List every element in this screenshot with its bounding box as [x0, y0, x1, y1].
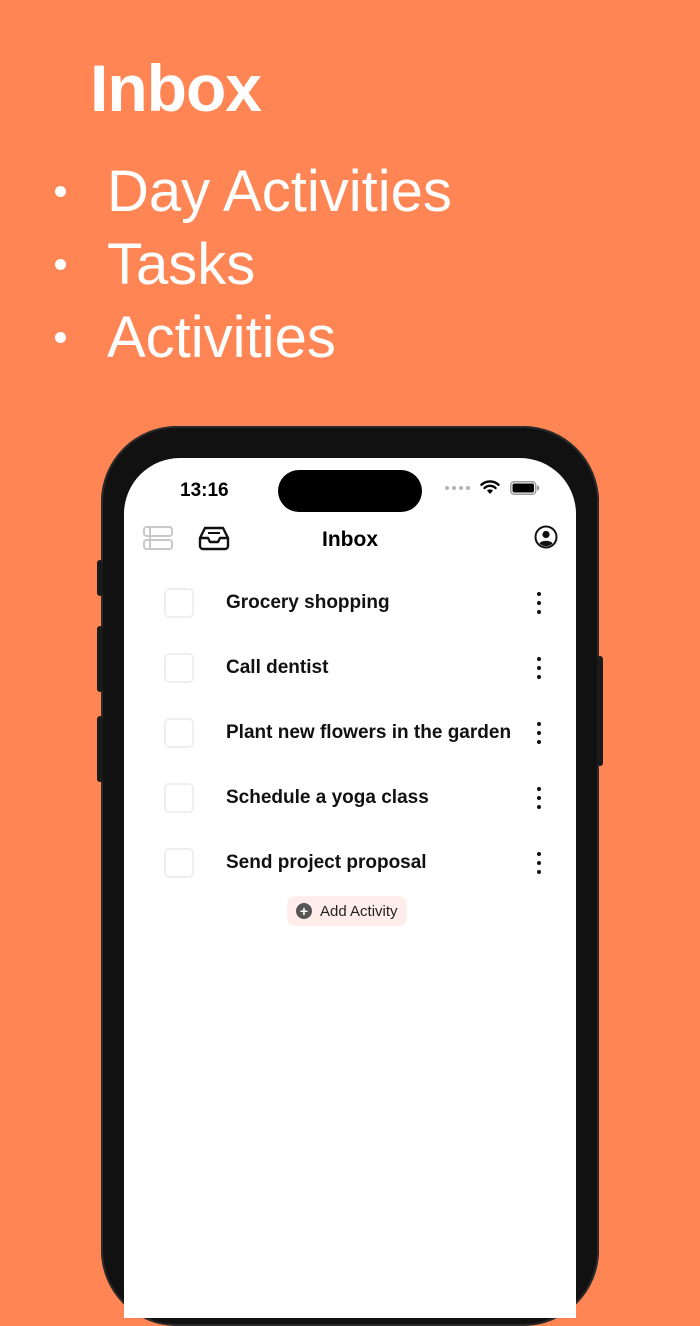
- page-title: Inbox: [322, 528, 378, 551]
- add-activity-label: Add Activity: [320, 902, 398, 920]
- task-row[interactable]: Send project proposal: [124, 832, 576, 897]
- profile-icon[interactable]: [534, 525, 558, 549]
- task-list: Grocery shopping Call dentist Plant new …: [124, 572, 576, 897]
- wifi-icon: [480, 480, 500, 494]
- promo-bullet-item: Activities: [0, 301, 452, 374]
- phone-side-button: [597, 656, 603, 766]
- task-label: Plant new flowers in the garden: [226, 722, 512, 743]
- promo-bullet-text: Tasks: [107, 232, 256, 297]
- more-options-icon[interactable]: [534, 787, 544, 809]
- promo-title: Inbox: [90, 51, 262, 125]
- task-checkbox[interactable]: [164, 588, 194, 618]
- phone-side-button: [97, 716, 103, 782]
- navigation-bar: Inbox: [124, 520, 576, 560]
- bullet-dot: [55, 186, 66, 197]
- task-row[interactable]: Call dentist: [124, 637, 576, 702]
- phone-side-button: [97, 626, 103, 692]
- cellular-signal-icon: [445, 485, 470, 490]
- dynamic-island: [278, 470, 422, 512]
- more-options-icon[interactable]: [534, 722, 544, 744]
- promo-bullet-text: Activities: [107, 305, 336, 370]
- add-activity-button[interactable]: + Add Activity: [287, 896, 407, 926]
- phone-frame: 13:16 Inbox Grocery shopping Call dentis…: [97, 426, 603, 1326]
- task-label: Send project proposal: [226, 852, 427, 873]
- task-checkbox[interactable]: [164, 718, 194, 748]
- plus-circle-icon: +: [296, 903, 312, 919]
- task-row[interactable]: Schedule a yoga class: [124, 767, 576, 832]
- battery-icon: [510, 480, 539, 495]
- phone-side-button: [97, 560, 103, 596]
- promo-bullet-item: Tasks: [0, 228, 452, 301]
- task-label: Call dentist: [226, 657, 329, 678]
- promo-bullet-text: Day Activities: [107, 159, 452, 224]
- task-checkbox[interactable]: [164, 848, 194, 878]
- promo-bullet-item: Day Activities: [0, 155, 452, 228]
- task-label: Schedule a yoga class: [226, 787, 429, 808]
- task-checkbox[interactable]: [164, 783, 194, 813]
- phone-screen: 13:16 Inbox Grocery shopping Call dentis…: [124, 458, 576, 1318]
- bullet-dot: [55, 332, 66, 343]
- task-row[interactable]: Grocery shopping: [124, 572, 576, 637]
- task-row[interactable]: Plant new flowers in the garden: [124, 702, 576, 767]
- more-options-icon[interactable]: [534, 852, 544, 874]
- more-options-icon[interactable]: [534, 657, 544, 679]
- bullet-dot: [55, 259, 66, 270]
- status-indicators: [445, 480, 540, 495]
- more-options-icon[interactable]: [534, 592, 544, 614]
- task-checkbox[interactable]: [164, 653, 194, 683]
- status-time: 13:16: [180, 480, 229, 501]
- task-label: Grocery shopping: [226, 592, 390, 613]
- promo-feature-list: Day Activities Tasks Activities: [0, 155, 452, 374]
